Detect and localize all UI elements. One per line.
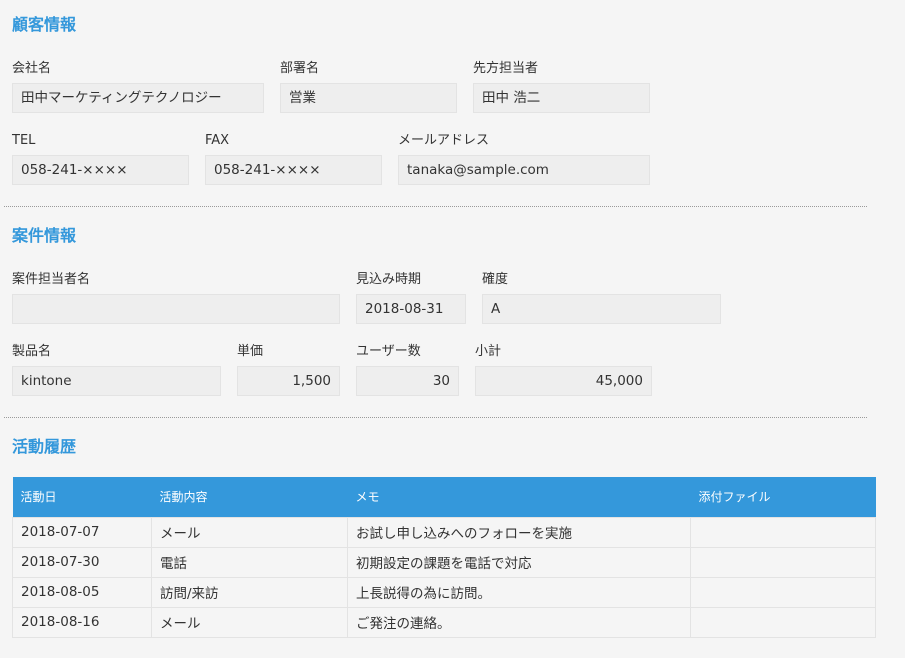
expected-date-label: 見込み時期: [356, 272, 422, 287]
activity-section-title: 活動履歴: [12, 437, 77, 456]
email-field: メールアドレス tanaka@sample.com: [398, 133, 650, 185]
column-header-memo: メモ: [347, 477, 691, 517]
product-value[interactable]: kintone: [12, 366, 221, 396]
email-label: メールアドレス: [398, 133, 490, 148]
tel-value[interactable]: 058-241-××××: [12, 155, 189, 185]
subtotal-label: 小計: [475, 344, 502, 359]
customer-section-title: 顧客情報: [12, 15, 77, 34]
unit-price-value[interactable]: 1,500: [237, 366, 340, 396]
activity-memo-cell[interactable]: 初期設定の課題を電話で対応: [347, 546, 691, 578]
activity-history-table: 活動日 活動内容 メモ 添付ファイル 2018-07-07 メール お試し申し込…: [12, 477, 876, 638]
table-row: 2018-08-16 メール ご発注の連絡。: [12, 606, 876, 638]
department-label: 部署名: [280, 61, 320, 76]
subtotal-field: 小計 45,000: [475, 344, 652, 396]
activity-type-cell[interactable]: 訪問/来訪: [151, 576, 348, 608]
certainty-label: 確度: [482, 272, 509, 287]
table-row: 2018-07-30 電話 初期設定の課題を電話で対応: [12, 546, 876, 578]
activity-memo-cell[interactable]: お試し申し込みへのフォローを実施: [347, 516, 691, 548]
activity-date-cell[interactable]: 2018-07-30: [12, 546, 152, 578]
record-detail-page: 顧客情報 会社名 田中マーケティングテクノロジー 部署名 営業 先方担当者 田中…: [0, 0, 905, 658]
users-field: ユーザー数 30: [356, 344, 459, 396]
activity-type-cell[interactable]: 電話: [151, 546, 348, 578]
section-divider: [4, 417, 867, 418]
table-header-row: 活動日 活動内容 メモ 添付ファイル: [12, 477, 876, 517]
activity-attachment-cell[interactable]: [690, 516, 876, 548]
certainty-field: 確度 A: [482, 272, 721, 324]
activity-attachment-cell[interactable]: [690, 606, 876, 638]
fax-label: FAX: [205, 133, 230, 148]
activity-memo-cell[interactable]: ご発注の連絡。: [347, 606, 691, 638]
section-divider: [4, 206, 867, 207]
tel-field: TEL 058-241-××××: [12, 133, 189, 185]
activity-date-cell[interactable]: 2018-07-07: [12, 516, 152, 548]
fax-field: FAX 058-241-××××: [205, 133, 382, 185]
owner-field: 案件担当者名: [12, 272, 340, 324]
unit-price-field: 単価 1,500: [237, 344, 340, 396]
unit-price-label: 単価: [237, 344, 264, 359]
users-label: ユーザー数: [356, 344, 421, 359]
contact-value[interactable]: 田中 浩二: [473, 83, 650, 113]
owner-label: 案件担当者名: [12, 272, 91, 287]
company-field: 会社名 田中マーケティングテクノロジー: [12, 61, 264, 113]
table-row: 2018-08-05 訪問/来訪 上長説得の為に訪問。: [12, 576, 876, 608]
fax-value[interactable]: 058-241-××××: [205, 155, 382, 185]
contact-label: 先方担当者: [473, 61, 539, 76]
expected-date-field: 見込み時期 2018-08-31: [356, 272, 466, 324]
certainty-value[interactable]: A: [482, 294, 721, 324]
users-value[interactable]: 30: [356, 366, 459, 396]
tel-label: TEL: [12, 133, 36, 148]
activity-attachment-cell[interactable]: [690, 546, 876, 578]
activity-date-cell[interactable]: 2018-08-16: [12, 606, 152, 638]
activity-date-cell[interactable]: 2018-08-05: [12, 576, 152, 608]
product-label: 製品名: [12, 344, 52, 359]
department-field: 部署名 営業: [280, 61, 457, 113]
department-value[interactable]: 営業: [280, 83, 457, 113]
subtotal-value[interactable]: 45,000: [475, 366, 652, 396]
activity-type-cell[interactable]: メール: [151, 606, 348, 638]
activity-attachment-cell[interactable]: [690, 576, 876, 608]
table-row: 2018-07-07 メール お試し申し込みへのフォローを実施: [12, 516, 876, 548]
column-header-activity: 活動内容: [151, 477, 348, 517]
email-value[interactable]: tanaka@sample.com: [398, 155, 650, 185]
company-label: 会社名: [12, 61, 52, 76]
product-field: 製品名 kintone: [12, 344, 221, 396]
owner-value[interactable]: [12, 294, 340, 324]
expected-date-value[interactable]: 2018-08-31: [356, 294, 466, 324]
activity-memo-cell[interactable]: 上長説得の為に訪問。: [347, 576, 691, 608]
column-header-attachment: 添付ファイル: [690, 477, 876, 517]
activity-type-cell[interactable]: メール: [151, 516, 348, 548]
contact-field: 先方担当者 田中 浩二: [473, 61, 650, 113]
column-header-date: 活動日: [12, 477, 152, 517]
company-value[interactable]: 田中マーケティングテクノロジー: [12, 83, 264, 113]
deal-section-title: 案件情報: [12, 226, 77, 245]
